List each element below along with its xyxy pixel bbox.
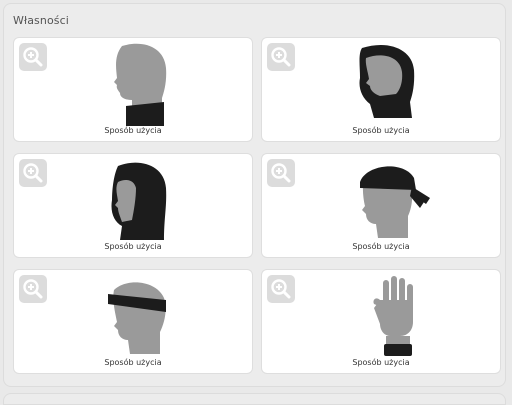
next-panel-edge [3, 393, 506, 405]
card-caption: Sposób użycia [352, 126, 410, 135]
panel-title: Własności [13, 14, 69, 27]
usage-card[interactable]: Sposób użycia [13, 153, 253, 258]
usage-card[interactable]: Sposób użycia [13, 37, 253, 142]
card-caption: Sposób użycia [104, 242, 162, 251]
card-caption: Sposób użycia [104, 126, 162, 135]
card-caption: Sposób użycia [352, 242, 410, 251]
usage-card[interactable]: Sposób użycia [261, 269, 501, 374]
usage-card[interactable]: Sposób użycia [261, 153, 501, 258]
card-caption: Sposób użycia [104, 358, 162, 367]
properties-panel: Własności Sposób użycia Sposób użycia Sp… [3, 3, 506, 387]
card-caption: Sposób użycia [352, 358, 410, 367]
usage-card[interactable]: Sposób użycia [261, 37, 501, 142]
usage-card[interactable]: Sposób użycia [13, 269, 253, 374]
